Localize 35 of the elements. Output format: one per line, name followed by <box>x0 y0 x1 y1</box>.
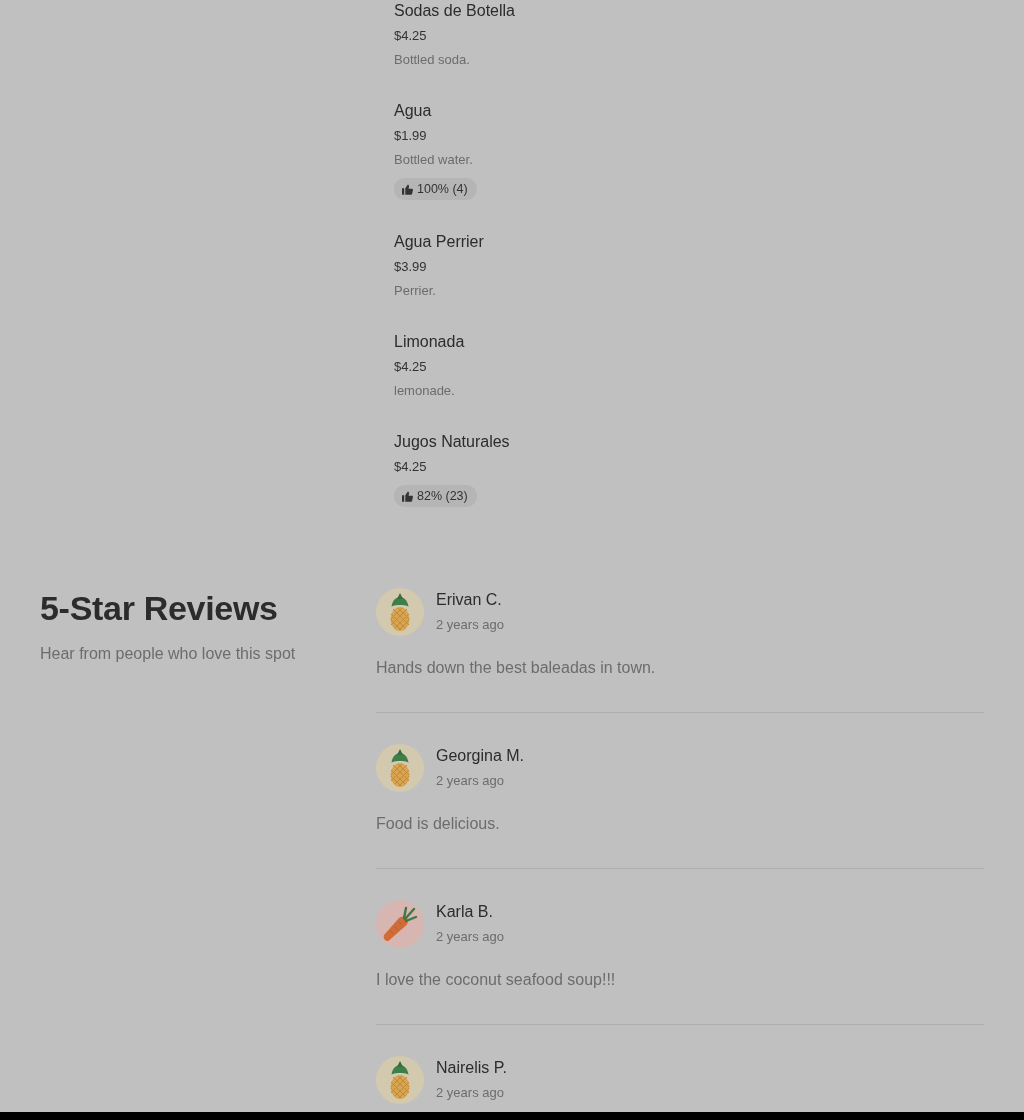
item-price: $1.99 <box>394 127 427 145</box>
section-title: 5-Star Reviews <box>40 588 278 628</box>
review-date: 2 years ago <box>436 772 504 790</box>
item-name: Agua <box>394 101 432 121</box>
item-price: $4.25 <box>394 458 427 476</box>
rating-text: 100% (4) <box>417 182 468 196</box>
item-price: $3.99 <box>394 258 427 276</box>
section-subtitle: Hear from people who love this spot <box>40 644 296 664</box>
review-text: I love the coconut seafood soup!!! <box>376 970 616 990</box>
thumbs-up-icon <box>402 490 413 502</box>
review-date: 2 years ago <box>436 616 504 634</box>
pineapple-avatar-icon <box>376 588 424 636</box>
item-name: Limonada <box>394 332 465 352</box>
item-name: Sodas de Botella <box>394 1 515 21</box>
item-price: $4.25 <box>394 358 427 376</box>
review-date: 2 years ago <box>436 928 504 946</box>
item-name: Agua Perrier <box>394 232 484 252</box>
review-date: 2 years ago <box>436 1084 504 1102</box>
item-description: Bottled water. <box>394 151 473 169</box>
rating-text: 82% (23) <box>417 489 468 503</box>
item-name: Jugos Naturales <box>394 432 510 452</box>
pineapple-avatar-icon <box>376 1056 424 1104</box>
item-description: Bottled soda. <box>394 51 470 69</box>
pineapple-avatar-icon <box>376 744 424 792</box>
item-description: Perrier. <box>394 282 436 300</box>
item-price: $4.25 <box>394 27 427 45</box>
reviewer-name: Georgina M. <box>436 746 525 766</box>
review-text: Hands down the best baleadas in town. <box>376 658 656 678</box>
item-description: lemonade. <box>394 382 455 400</box>
carrot-avatar-icon <box>376 900 424 948</box>
reviewer-name: Erivan C. <box>436 590 502 610</box>
review-text: Food is delicious. <box>376 814 500 834</box>
reviewer-name: Nairelis P. <box>436 1058 507 1078</box>
reviewer-name: Karla B. <box>436 902 493 922</box>
thumbs-up-icon <box>402 183 413 195</box>
